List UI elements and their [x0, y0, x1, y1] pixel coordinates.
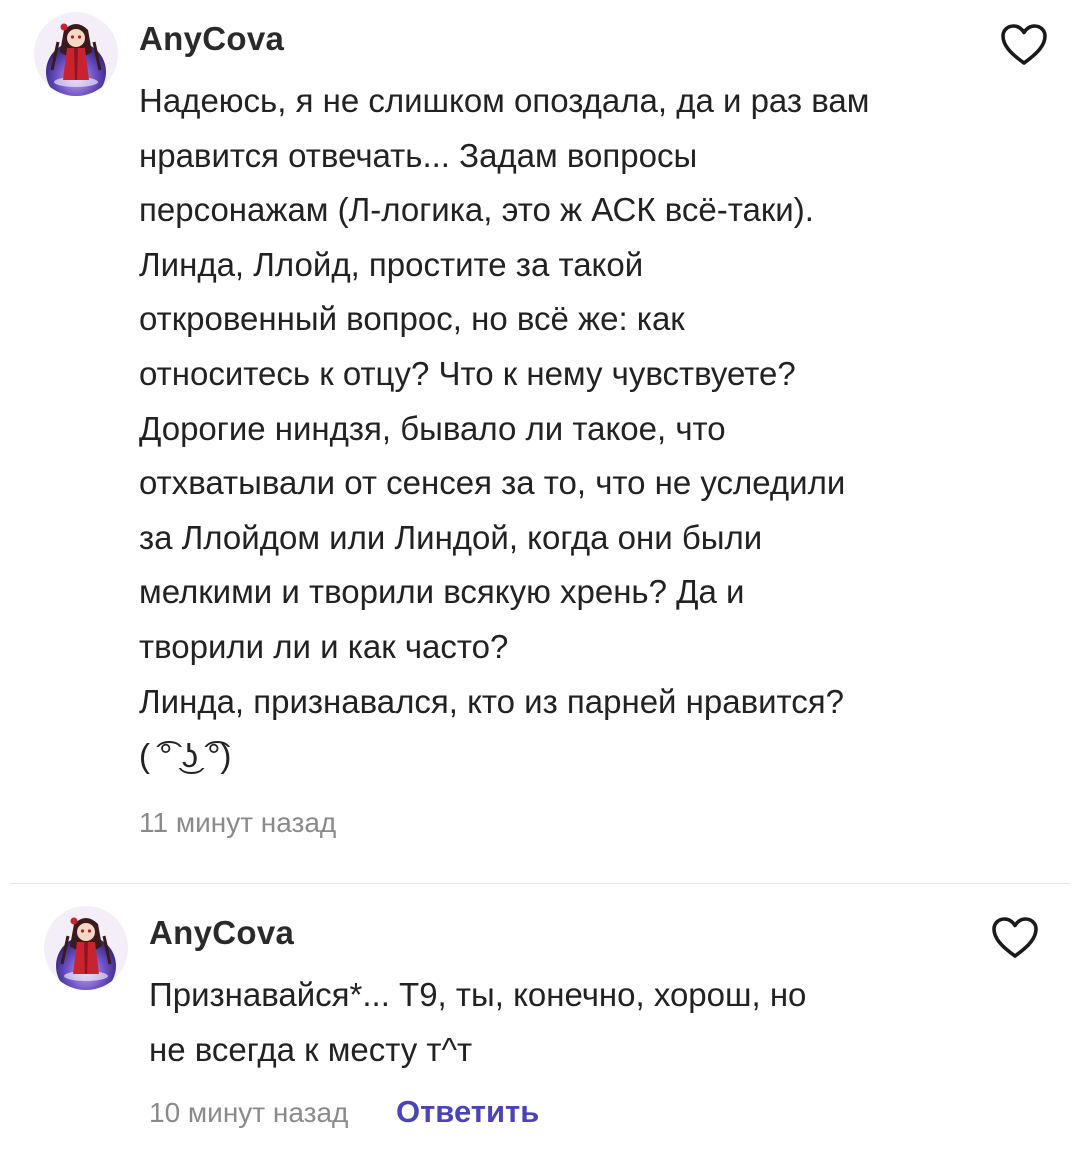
like-button[interactable] [991, 916, 1039, 960]
comment-item: AnyCova Признавайся*... Т9, ты, конечно,… [0, 0, 1080, 1172]
comment-timestamp: 10 минут назад [149, 1097, 349, 1128]
reply-button[interactable]: Ответить [396, 1094, 539, 1130]
avatar-image [44, 906, 128, 990]
comment-text-line: не всегда к месту т^т [149, 1030, 473, 1068]
comment-text-line: Признавайся*... Т9, ты, конечно, хорош, … [149, 976, 807, 1013]
comment-text: Признавайся*... Т9, ты, конечно, хорош, … [149, 968, 929, 1077]
username[interactable]: AnyCova [149, 914, 294, 952]
user-avatar[interactable] [44, 906, 128, 990]
heart-outline-icon [992, 917, 1038, 958]
